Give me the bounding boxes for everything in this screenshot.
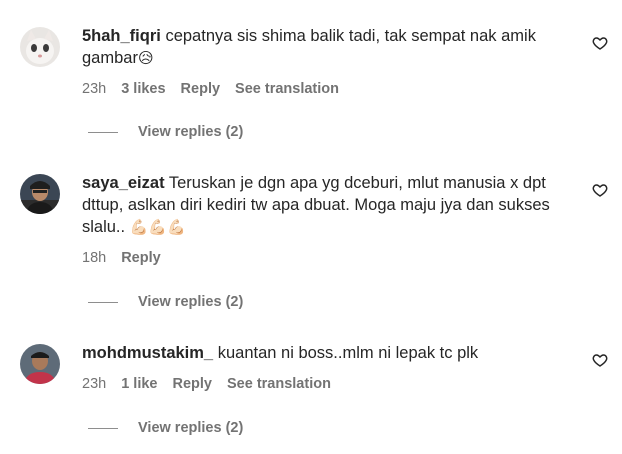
likes-count[interactable]: 3 likes [121, 80, 165, 98]
see-translation-link[interactable]: See translation [227, 375, 331, 393]
sad-face-emoji: 😥 [137, 49, 154, 67]
replies-divider-line [88, 301, 118, 303]
avatar[interactable] [20, 174, 60, 214]
reply-button[interactable]: Reply [121, 249, 161, 267]
comment-username[interactable]: 5hah_fiqri [82, 27, 161, 45]
comment-text: 5hah_fiqri cepatnya sis shima balik tadi… [82, 25, 572, 69]
view-replies-label: View replies (2) [138, 420, 244, 436]
flexed-biceps-emoji: 💪🏻💪🏻💪🏻 [129, 218, 186, 236]
avatar[interactable] [20, 27, 60, 67]
view-replies-label: View replies (2) [138, 124, 244, 140]
replies-divider-line [88, 131, 118, 133]
view-replies-button[interactable]: View replies (2) [88, 294, 243, 310]
comment-time[interactable]: 23h [82, 80, 106, 98]
avatar[interactable] [20, 344, 60, 384]
likes-count[interactable]: 1 like [121, 375, 157, 393]
comment-username[interactable]: mohdmustakim_ [82, 344, 213, 362]
comments-list: 5hah_fiqri cepatnya sis shima balik tadi… [0, 0, 622, 454]
replies-divider-line [88, 427, 118, 429]
person-avatar-icon [20, 344, 60, 384]
comment-time[interactable]: 23h [82, 375, 106, 393]
comment-body: kuantan ni boss..mlm ni lepak tc plk [217, 344, 479, 362]
heart-outline-icon[interactable] [592, 182, 608, 198]
comment-time[interactable]: 18h [82, 249, 106, 267]
comment-text: mohdmustakim_ kuantan ni boss..mlm ni le… [82, 342, 572, 364]
comment-text: saya_eizat Teruskan je dgn apa yg dcebur… [82, 172, 572, 238]
comment-meta: 23h 3 likes Reply See translation [82, 80, 572, 98]
reply-button[interactable]: Reply [172, 375, 212, 393]
heart-outline-icon[interactable] [592, 35, 608, 51]
heart-outline-icon[interactable] [592, 352, 608, 368]
person-avatar-icon [20, 174, 60, 214]
comment-username[interactable]: saya_eizat [82, 174, 165, 192]
see-translation-link[interactable]: See translation [235, 80, 339, 98]
comment-meta: 18h Reply [82, 249, 572, 267]
cat-avatar-icon [20, 27, 60, 67]
view-replies-label: View replies (2) [138, 294, 244, 310]
comment-meta: 23h 1 like Reply See translation [82, 375, 572, 393]
view-replies-button[interactable]: View replies (2) [88, 420, 243, 436]
reply-button[interactable]: Reply [181, 80, 221, 98]
view-replies-button[interactable]: View replies (2) [88, 124, 243, 140]
